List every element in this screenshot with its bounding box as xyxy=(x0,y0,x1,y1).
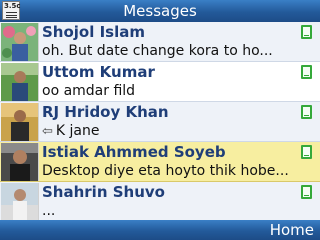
avatar xyxy=(1,23,39,61)
conversation-row[interactable]: Shahrin Shuvo ... xyxy=(0,182,320,222)
conversation-list: Shojol Islam oh. But date change kora to… xyxy=(0,22,320,222)
contact-name: Shahrin Shuvo xyxy=(42,183,165,201)
conversation-row-selected[interactable]: Istiak Ahmmed Soyeb Desktop diye eta hoy… xyxy=(0,142,320,182)
message-preview: oo amdar fild xyxy=(42,83,136,99)
reply-icon: ⇦ xyxy=(42,124,53,139)
contact-name: Shojol Islam xyxy=(42,23,146,41)
page-title: Messages xyxy=(123,2,197,20)
home-softkey[interactable]: Home xyxy=(270,220,314,240)
message-icon xyxy=(301,145,312,159)
message-preview: Desktop diye eta hoyto thik hobe... xyxy=(42,163,289,179)
message-icon xyxy=(301,105,312,119)
contact-name: Uttom Kumar xyxy=(42,63,155,81)
avatar xyxy=(1,143,39,181)
message-icon xyxy=(301,25,312,39)
avatar xyxy=(1,63,39,101)
message-preview: ... xyxy=(42,203,56,219)
conversation-row[interactable]: Shojol Islam oh. But date change kora to… xyxy=(0,22,320,62)
avatar xyxy=(1,183,39,221)
conversation-row[interactable]: RJ Hridoy Khan ⇦ K jane xyxy=(0,102,320,142)
softkey-bar: Home xyxy=(0,220,320,240)
app-menu-icon[interactable]: 3.5c xyxy=(2,1,21,20)
app-icon-label: 3.5c xyxy=(4,2,21,10)
contact-name: Istiak Ahmmed Soyeb xyxy=(42,143,226,161)
message-preview-text: K jane xyxy=(55,123,100,139)
contact-name: RJ Hridoy Khan xyxy=(42,103,169,121)
title-bar: 3.5c Messages xyxy=(0,0,320,22)
message-icon xyxy=(301,185,312,199)
avatar xyxy=(1,103,39,141)
message-icon xyxy=(301,65,312,79)
message-preview: ⇦ K jane xyxy=(42,122,312,141)
conversation-row[interactable]: Uttom Kumar oo amdar fild xyxy=(0,62,320,102)
message-preview: oh. But date change kora to ho... xyxy=(42,43,273,59)
